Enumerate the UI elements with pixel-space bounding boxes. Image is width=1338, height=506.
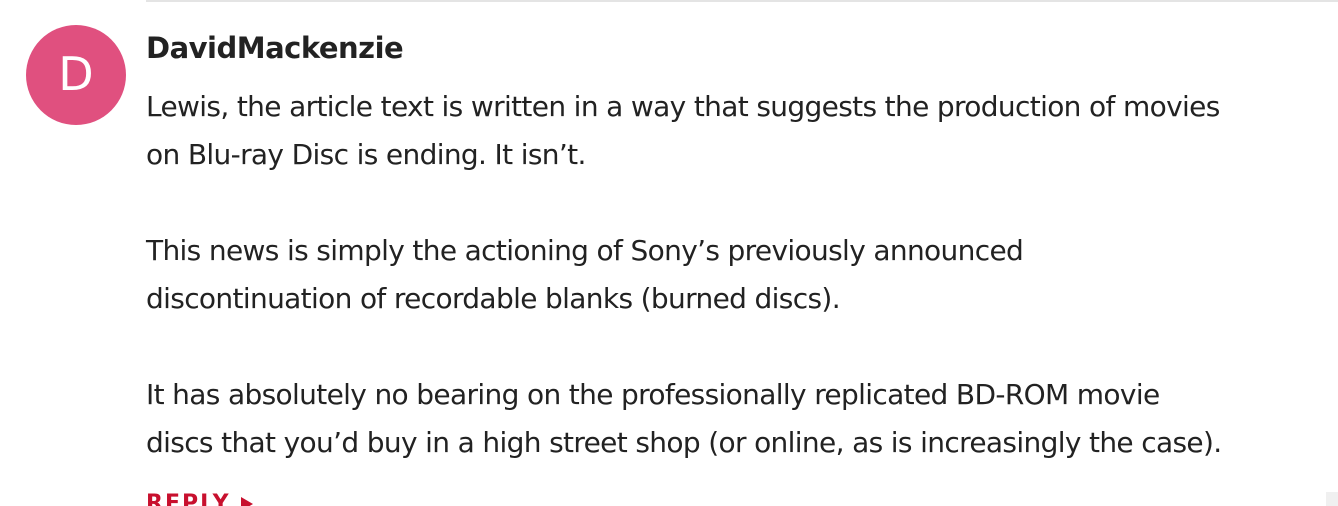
comment: DavidMackenzie Lewis, the article text i… (146, 26, 1336, 506)
divider (146, 0, 1338, 2)
comment-body: Lewis, the article text is written in a … (146, 83, 1336, 467)
comment-line: on Blu-ray Disc is ending. It isn’t. (146, 138, 586, 171)
avatar-letter: D (58, 47, 94, 101)
comment-author[interactable]: DavidMackenzie (146, 26, 1336, 70)
comment-line: This news is simply the actioning of Son… (146, 234, 1024, 267)
comment-section: D DavidMackenzie Lewis, the article text… (0, 0, 1338, 506)
comment-line: discs that you’d buy in a high street sh… (146, 426, 1222, 459)
comment-line: It has absolutely no bearing on the prof… (146, 378, 1160, 411)
scrollbar[interactable] (1326, 492, 1338, 506)
comment-paragraph: It has absolutely no bearing on the prof… (146, 371, 1336, 467)
arrow-right-icon (240, 496, 253, 506)
comment-paragraph: This news is simply the actioning of Son… (146, 227, 1336, 323)
comment-line: Lewis, the article text is written in a … (146, 90, 1220, 123)
comment-line: discontinuation of recordable blanks (bu… (146, 282, 841, 315)
comment-paragraph: Lewis, the article text is written in a … (146, 83, 1336, 179)
reply-label: REPLY (146, 491, 231, 506)
reply-button[interactable]: REPLY (146, 491, 253, 506)
avatar[interactable]: D (26, 25, 126, 125)
